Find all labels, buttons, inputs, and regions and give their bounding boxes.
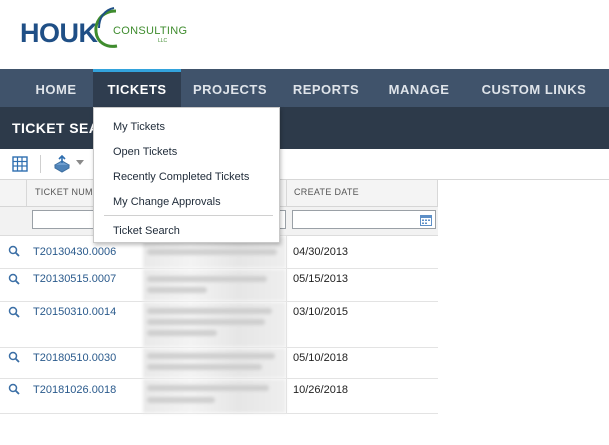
logo-subtext: CONSULTING [113,25,188,37]
create-date: 05/15/2013 [293,273,349,285]
column-divider [286,348,287,378]
ticket-number-link[interactable]: T20150310.0014 [33,306,116,318]
column-divider [286,379,287,413]
ticket-number-link[interactable]: T20181026.0018 [33,384,116,396]
menu-item-ticket-search[interactable]: Ticket Search [113,225,180,237]
search-icon[interactable] [8,273,20,285]
nav-reports[interactable]: REPORTS [279,69,373,107]
toolbar-divider [40,155,41,173]
column-header-create-date[interactable]: CREATE DATE [294,180,359,206]
grid-icon[interactable] [12,156,28,172]
create-date-filter-input[interactable] [292,210,436,229]
redacted-description [143,269,286,301]
ticket-number-link[interactable]: T20180510.0030 [33,352,116,364]
search-icon[interactable] [8,351,20,363]
table-row[interactable]: T20181026.0018 10/26/2018 [0,379,438,414]
nav-custom-links[interactable]: CUSTOM LINKS [465,69,603,107]
column-divider [26,180,27,206]
search-icon[interactable] [8,306,20,318]
menu-item-open-tickets[interactable]: Open Tickets [113,146,177,158]
redacted-description [143,379,286,413]
grid-toolbar [0,149,609,180]
column-divider [286,302,287,347]
column-divider [286,269,287,301]
company-logo[interactable]: HOUK CONSULTING LLC [20,7,187,58]
ticket-number-link[interactable]: T20130515.0007 [33,273,116,285]
menu-divider [104,215,273,216]
column-divider [437,180,438,206]
create-date: 03/10/2015 [293,306,349,318]
nav-tickets[interactable]: TICKETS [93,69,181,107]
logo-suffix: LLC [158,38,168,44]
column-header-ticket-number[interactable]: TICKET NUMB [35,180,99,206]
calendar-icon[interactable] [420,214,432,226]
menu-item-my-tickets[interactable]: My Tickets [113,121,165,133]
nav-home[interactable]: HOME [19,69,93,107]
table-row[interactable]: T20180510.0030 05/10/2018 [0,348,438,379]
column-divider [286,236,287,268]
tickets-dropdown-menu: My Tickets Open Tickets Recently Complet… [93,107,280,243]
logo-brand: HOUK [20,18,98,48]
menu-item-recently-completed-tickets[interactable]: Recently Completed Tickets [113,171,249,183]
menu-item-my-change-approvals[interactable]: My Change Approvals [113,196,221,208]
table-row[interactable]: T20150310.0014 03/10/2015 [0,302,438,348]
redacted-description [143,302,286,347]
create-date: 05/10/2018 [293,352,349,364]
page-title: TICKET SEA [12,120,100,136]
ticket-number-link[interactable]: T20130430.0006 [33,246,116,258]
search-icon[interactable] [8,245,20,257]
page-title-bar: TICKET SEA [0,107,609,149]
chevron-down-icon[interactable] [76,160,84,165]
table-row[interactable]: T20130515.0007 05/15/2013 [0,269,438,302]
export-icon[interactable] [53,155,71,173]
redacted-description [143,348,286,378]
nav-manage[interactable]: MANAGE [373,69,465,107]
create-date: 10/26/2018 [293,384,349,396]
create-date: 04/30/2013 [293,246,349,258]
column-divider [286,180,287,206]
nav-projects[interactable]: PROJECTS [181,69,279,107]
main-nav: HOME TICKETS PROJECTS REPORTS MANAGE CUS… [0,69,609,107]
search-icon[interactable] [8,383,20,395]
